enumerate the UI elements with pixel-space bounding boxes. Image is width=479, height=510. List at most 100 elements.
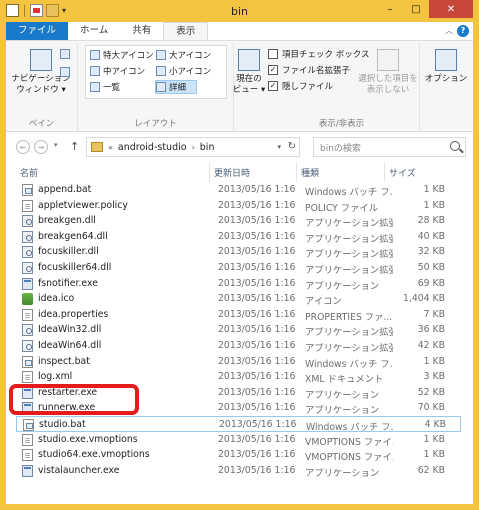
column-type[interactable]: 種類 (301, 166, 319, 179)
file-row[interactable]: appletviewer.policy 2013/05/16 1:16 POLICY… (16, 198, 461, 214)
search-box[interactable]: binの検索 (313, 137, 466, 157)
file-row[interactable]: breakgen.dll 2013/05/16 1:16 アプリケーション拡張 28 … (16, 213, 461, 229)
help-icon[interactable]: ? (457, 25, 469, 37)
back-button[interactable]: ← (16, 140, 30, 154)
file-name: breakgen64.dll (38, 230, 108, 242)
window-controls: – □ ✕ (377, 0, 473, 18)
extra-large-icons-icon (90, 50, 100, 60)
file-row[interactable]: log.xml 2013/05/16 1:16 XML ドキュメント 3 KB (16, 369, 461, 385)
file-name: focuskiller64.dll (38, 262, 112, 273)
tab-view[interactable]: 表示 (163, 22, 209, 40)
column-divider[interactable] (209, 162, 210, 182)
file-date: 2013/05/16 1:16 (218, 293, 296, 305)
address-dropdown-icon[interactable]: ▾ (277, 143, 281, 151)
layout-details[interactable]: 詳細 (155, 80, 198, 94)
file-date: 2013/05/16 1:16 (218, 464, 296, 476)
layout-large-icons[interactable]: 大アイコン (156, 49, 211, 61)
file-row[interactable]: studio64.exe.vmoptions 2013/05/16 1:16 VMO… (16, 447, 461, 463)
file-row[interactable]: idea.properties 2013/05/16 1:16 PROPERTIES… (16, 307, 461, 323)
minimize-ribbon-icon[interactable]: ︿ (445, 25, 453, 36)
tab-share[interactable]: 共有 (120, 22, 163, 40)
file-size: 7 KB (423, 308, 445, 320)
file-type: PROPERTIES ファ... (305, 311, 393, 323)
search-icon[interactable] (450, 141, 460, 151)
column-divider[interactable] (384, 162, 385, 182)
file-extensions-option[interactable]: ✓ ファイル名拡張子 (268, 64, 350, 76)
file-row[interactable]: IdeaWin32.dll 2013/05/16 1:16 アプリケーション拡張 36… (16, 322, 461, 338)
options-button[interactable]: オプション (422, 49, 470, 85)
maximize-button[interactable]: □ (403, 0, 429, 18)
hide-selected-button[interactable]: 選択した項目を 表示しない (356, 49, 420, 96)
file-name: vistalauncher.exe (38, 464, 120, 476)
column-date[interactable]: 更新日時 (214, 166, 250, 179)
large-icons-icon (156, 50, 166, 60)
layout-gallery: 特大アイコン 大アイコン 中アイコン 小アイコン 一覧 詳細 (85, 45, 227, 99)
file-name: inspect.bat (38, 355, 90, 367)
file-name: IdeaWin32.dll (38, 324, 102, 336)
file-type: VMOPTIONS ファイル (305, 452, 393, 464)
details-pane-icon[interactable] (60, 67, 70, 77)
file-type: アプリケーション (305, 405, 380, 417)
file-row[interactable]: append.bat 2013/05/16 1:16 Windows バッチ フ..… (16, 182, 461, 198)
recent-locations-icon[interactable]: ▾ (54, 141, 58, 149)
file-row[interactable]: studio.exe.vmoptions 2013/05/16 1:16 VMOPT… (16, 432, 461, 448)
hide-selected-label-1: 選択した項目を (358, 74, 418, 84)
close-button[interactable]: ✕ (429, 0, 473, 18)
column-size[interactable]: サイズ (389, 166, 416, 179)
hidden-files-option[interactable]: ✓ 隠しファイル (268, 80, 333, 92)
file-name: log.xml (38, 371, 73, 383)
file-size: 42 KB (417, 340, 445, 351)
layout-medium-icons[interactable]: 中アイコン (90, 65, 145, 77)
file-type: アプリケーション (305, 280, 380, 292)
layout-small-icons[interactable]: 小アイコン (156, 65, 211, 77)
column-divider[interactable] (296, 162, 297, 182)
file-row[interactable]: focuskiller.dll 2013/05/16 1:16 アプリケーション拡張… (16, 244, 461, 260)
file-type: XML ドキュメント (305, 374, 384, 386)
breadcrumb-bin[interactable]: bin (200, 142, 215, 153)
file-date: 2013/05/16 1:16 (218, 215, 296, 227)
file-row[interactable]: fsnotifier.exe 2013/05/16 1:16 アプリケーション 69 … (16, 276, 461, 292)
up-button[interactable]: ↑ (70, 140, 79, 153)
breadcrumb-chevron-icon[interactable]: › (192, 143, 195, 152)
layout-item-label: 大アイコン (169, 51, 212, 61)
plain-file-icon (22, 433, 33, 446)
minimize-button[interactable]: – (377, 0, 403, 18)
dll-file-icon (22, 246, 33, 259)
column-name[interactable]: 名前 (20, 166, 38, 179)
file-size: 1 KB (423, 199, 445, 211)
file-type: Windows バッチ フ... (305, 187, 393, 198)
file-row[interactable]: vistalauncher.exe 2013/05/16 1:16 アプリケーション… (16, 463, 461, 479)
tab-file[interactable]: ファイル (6, 22, 69, 40)
file-row[interactable]: studio.bat 2013/05/16 1:16 Windows バッチ フ..… (16, 416, 461, 433)
file-name: fsnotifier.exe (38, 277, 98, 289)
file-date: 2013/05/16 1:16 (218, 277, 296, 289)
breadcrumb-overflow[interactable]: « (108, 143, 113, 152)
file-size: 1 KB (423, 449, 445, 461)
file-date: 2013/05/16 1:16 (219, 419, 297, 430)
address-bar[interactable]: « android-studio › bin ▾ ↻ (86, 137, 300, 157)
layout-extra-large-icons[interactable]: 特大アイコン (90, 49, 154, 61)
file-date: 2013/05/16 1:16 (218, 262, 296, 273)
item-checkboxes-checkbox[interactable] (268, 49, 278, 59)
layout-list[interactable]: 一覧 (90, 81, 120, 93)
hidden-files-checkbox[interactable]: ✓ (268, 81, 278, 91)
forward-button[interactable]: → (34, 140, 48, 154)
breadcrumb-android-studio[interactable]: android-studio (118, 142, 187, 153)
file-row[interactable]: IdeaWin64.dll 2013/05/16 1:16 アプリケーション拡張 42… (16, 338, 461, 354)
plain-file-icon (22, 308, 33, 321)
item-checkboxes-option[interactable]: 項目チェック ボックス (268, 48, 369, 60)
file-row[interactable]: inspect.bat 2013/05/16 1:16 Windows バッチ フ.… (16, 354, 461, 370)
file-row[interactable]: focuskiller64.dll 2013/05/16 1:16 アプリケーション… (16, 260, 461, 276)
file-extensions-checkbox[interactable]: ✓ (268, 65, 278, 75)
current-view-button[interactable]: 現在の ビュー ▾ (231, 49, 267, 96)
file-row[interactable]: breakgen64.dll 2013/05/16 1:16 アプリケーション拡張 4… (16, 229, 461, 245)
file-size: 1 KB (423, 184, 445, 195)
refresh-button[interactable]: ↻ (288, 141, 296, 152)
preview-pane-icon[interactable] (60, 49, 70, 59)
tab-home[interactable]: ホーム (68, 22, 120, 40)
file-row[interactable]: idea.ico 2013/05/16 1:16 アイコン 1,404 KB (16, 291, 461, 307)
file-date: 2013/05/16 1:16 (218, 371, 296, 383)
options-icon (435, 49, 457, 71)
file-name: append.bat (38, 184, 92, 195)
ribbon-tabs: ファイル ホーム 共有 表示 ︿ ? (6, 22, 473, 40)
